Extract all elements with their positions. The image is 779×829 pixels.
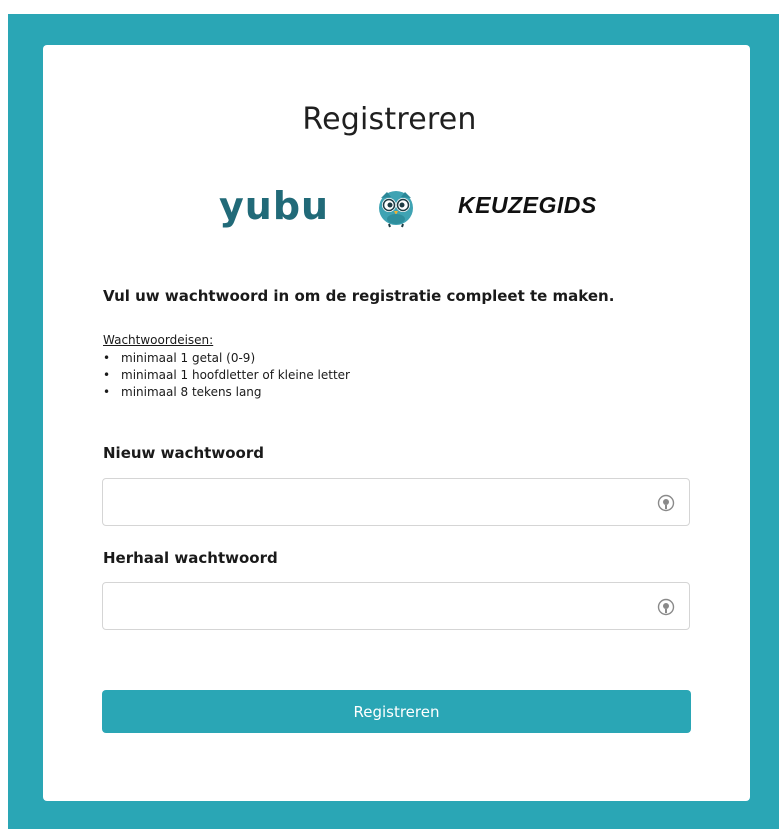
requirement-item: minimaal 8 tekens lang: [103, 384, 350, 401]
partner-logos: yubu KEUZEGIDS: [0, 182, 779, 232]
new-password-input[interactable]: [103, 479, 671, 525]
requirement-item: minimaal 1 hoofdletter of kleine letter: [103, 367, 350, 384]
repeat-password-input[interactable]: [103, 583, 671, 629]
requirements-heading: Wachtwoordeisen:: [103, 333, 214, 347]
repeat-password-label: Herhaal wachtwoord: [103, 549, 278, 567]
register-button[interactable]: Registreren: [102, 690, 691, 733]
repeat-password-field-container: [102, 582, 690, 630]
new-password-label: Nieuw wachtwoord: [103, 444, 264, 462]
owl-icon: [379, 191, 413, 228]
page-title: Registreren: [302, 102, 477, 137]
registration-card: [43, 45, 750, 801]
requirement-item: minimaal 1 getal (0-9): [103, 350, 350, 367]
yubu-logo: yubu: [219, 184, 330, 228]
eye-icon[interactable]: [657, 494, 675, 512]
new-password-field-container: [102, 478, 690, 526]
eye-icon[interactable]: [657, 598, 675, 616]
keuzegids-logo: KEUZEGIDS: [458, 192, 597, 218]
requirements-list: minimaal 1 getal (0-9) minimaal 1 hoofdl…: [103, 350, 350, 401]
intro-text: Vul uw wachtwoord in om de registratie c…: [103, 287, 615, 305]
